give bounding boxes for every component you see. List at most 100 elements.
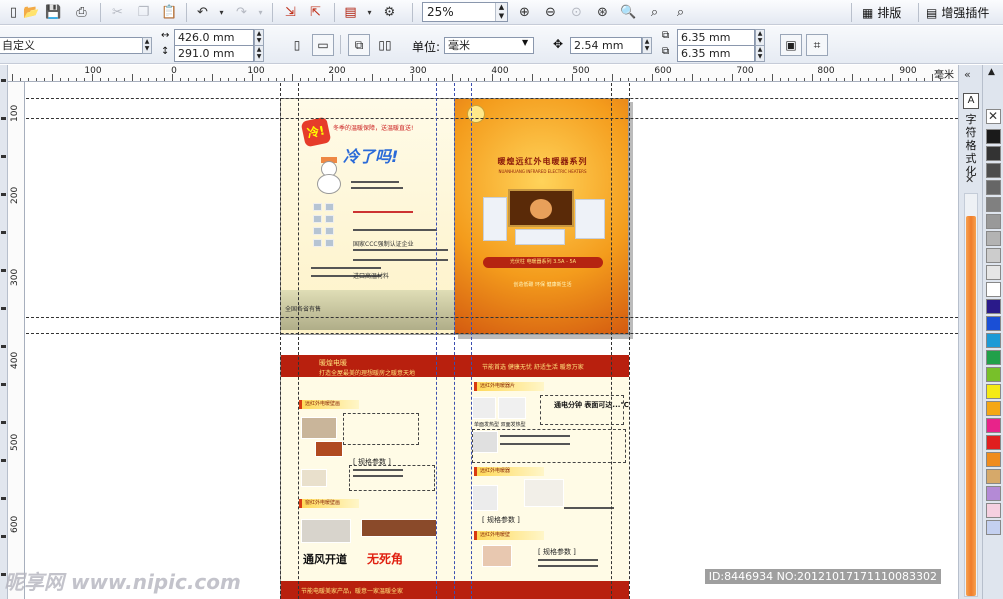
color-swatch[interactable] bbox=[986, 231, 1001, 246]
duplicate-x-input[interactable]: 6.35 mm bbox=[677, 29, 755, 46]
drawing-canvas[interactable]: 冷! 冬季的温暖保障，送温暖直送! 冷了吗! 国家CCC强制认证企业 进口高温材… bbox=[26, 83, 958, 599]
tool-marker[interactable] bbox=[1, 193, 6, 196]
unit-select[interactable]: 毫米 bbox=[444, 37, 534, 54]
zoom-level-select[interactable]: 25% ▲ ▼ bbox=[422, 2, 508, 22]
guideline-vertical[interactable] bbox=[436, 83, 437, 599]
guideline-vertical[interactable] bbox=[298, 83, 299, 599]
color-swatch[interactable] bbox=[986, 214, 1001, 229]
zoom-out-icon[interactable]: ⊖ bbox=[541, 3, 560, 22]
guideline-vertical[interactable] bbox=[280, 83, 281, 599]
tool-marker[interactable] bbox=[1, 155, 6, 158]
tool-marker[interactable] bbox=[1, 269, 6, 272]
docker-scroll-thumb[interactable] bbox=[966, 216, 976, 596]
horizontal-ruler[interactable]: 毫米 100 0 100 200 300 400 500 600 700 800 900 bbox=[8, 65, 958, 82]
zoom-all-icon[interactable]: ⊛ bbox=[593, 3, 612, 22]
tool-marker[interactable] bbox=[1, 231, 6, 234]
guideline-vertical[interactable] bbox=[611, 83, 612, 599]
collapse-docker-icon[interactable]: « bbox=[964, 68, 971, 81]
tool-marker[interactable] bbox=[1, 79, 6, 82]
duplicate-x-spin[interactable]: ▲ ▼ bbox=[755, 29, 765, 46]
close-docker-icon[interactable]: ✕ bbox=[965, 173, 974, 186]
tool-marker[interactable] bbox=[1, 345, 6, 348]
import-icon[interactable]: ⇲ bbox=[281, 3, 300, 22]
tool-marker[interactable] bbox=[1, 117, 6, 120]
nudge-spin[interactable]: ▲ ▼ bbox=[642, 37, 652, 54]
open-icon[interactable]: 📂 bbox=[22, 3, 41, 22]
color-swatch[interactable] bbox=[986, 265, 1001, 280]
save-icon[interactable]: 💾 bbox=[44, 3, 63, 22]
palette-scroll-up-icon[interactable]: ▲ bbox=[988, 67, 995, 77]
inner-left-page[interactable]: 暖煌电暖 打造全屋最美的理想暖房之暖意天地 远红外电暖壁画 [ 规格参数 ] 窗… bbox=[280, 355, 456, 599]
snap-to-objects-icon[interactable]: ⌗ bbox=[806, 34, 828, 56]
settings-icon[interactable]: ⚙ bbox=[380, 3, 399, 22]
color-swatch[interactable] bbox=[986, 367, 1001, 382]
color-swatch[interactable] bbox=[986, 503, 1001, 518]
page-height-input[interactable]: 291.0 mm bbox=[174, 45, 254, 62]
color-swatch[interactable] bbox=[986, 248, 1001, 263]
publish-pdf-icon[interactable]: ▤ bbox=[341, 3, 360, 22]
front-cover[interactable]: 冷! 冬季的温暖保障，送温暖直送! 冷了吗! 国家CCC强制认证企业 进口高温材… bbox=[280, 98, 455, 335]
zoom-spin-icon[interactable]: ▲ ▼ bbox=[495, 3, 507, 21]
current-page-icon[interactable]: ▯▯ bbox=[374, 34, 396, 56]
redo-icon[interactable]: ↷ bbox=[232, 3, 251, 22]
color-swatch[interactable] bbox=[986, 418, 1001, 433]
guideline-vertical[interactable] bbox=[454, 83, 455, 599]
zoom-height-icon[interactable]: ⌕ bbox=[671, 3, 690, 22]
duplicate-y-input[interactable]: 6.35 mm bbox=[677, 45, 755, 62]
undo-dropdown-icon[interactable]: ▾ bbox=[212, 3, 231, 22]
vertical-ruler[interactable]: 100 200 300 400 500 600 bbox=[8, 82, 25, 599]
color-swatch[interactable] bbox=[986, 299, 1001, 314]
color-swatch[interactable] bbox=[986, 435, 1001, 450]
treat-as-filled-icon[interactable]: ▣ bbox=[780, 34, 802, 56]
color-swatch[interactable] bbox=[986, 197, 1001, 212]
page-width-spin[interactable]: ▲ ▼ bbox=[254, 29, 264, 46]
color-swatch[interactable] bbox=[986, 146, 1001, 161]
nudge-distance-input[interactable]: 2.54 mm bbox=[570, 37, 642, 54]
all-pages-icon[interactable]: ⧉ bbox=[348, 34, 370, 56]
color-swatch[interactable] bbox=[986, 486, 1001, 501]
zoom-in-icon[interactable]: ⊕ bbox=[515, 3, 534, 22]
guideline-horizontal[interactable] bbox=[26, 333, 958, 334]
redo-dropdown-icon[interactable]: ▾ bbox=[251, 3, 270, 22]
tool-marker[interactable] bbox=[1, 497, 6, 500]
back-cover[interactable]: 暖煌远红外电暖器系列 NUANHUANG INFRARED ELECTRIC H… bbox=[454, 98, 629, 335]
guideline-horizontal[interactable] bbox=[26, 118, 958, 119]
color-swatch[interactable] bbox=[986, 452, 1001, 467]
landscape-icon[interactable]: ▭ bbox=[312, 34, 334, 56]
color-swatch[interactable] bbox=[986, 520, 1001, 535]
cut-icon[interactable]: ✂ bbox=[108, 3, 127, 22]
color-swatch[interactable] bbox=[986, 163, 1001, 178]
guideline-vertical[interactable] bbox=[471, 83, 472, 599]
print-icon[interactable]: ⎙ bbox=[72, 3, 91, 22]
guideline-horizontal[interactable] bbox=[26, 98, 958, 99]
color-swatch[interactable] bbox=[986, 316, 1001, 331]
selection-box[interactable] bbox=[343, 413, 419, 445]
inner-right-page[interactable]: 节能首选 健康无忧 舒适生活 暖意万家 远红外电暖器片 单面发热型 双面发热型 … bbox=[454, 355, 629, 599]
guideline-horizontal[interactable] bbox=[26, 317, 958, 318]
tool-marker[interactable] bbox=[1, 535, 6, 538]
docker-tab-title[interactable]: 字符格式化 bbox=[964, 113, 978, 178]
portrait-icon[interactable]: ▯ bbox=[286, 34, 308, 56]
tool-marker[interactable] bbox=[1, 459, 6, 462]
color-swatch[interactable] bbox=[986, 129, 1001, 144]
page-width-input[interactable]: 426.0 mm bbox=[174, 29, 254, 46]
text-format-icon[interactable]: A bbox=[963, 93, 979, 109]
no-fill-swatch[interactable] bbox=[986, 109, 1001, 124]
page-preset-dropdown-icon[interactable]: ▲ ▼ bbox=[142, 37, 152, 54]
color-swatch[interactable] bbox=[986, 282, 1001, 297]
tool-marker[interactable] bbox=[1, 383, 6, 386]
paste-icon[interactable]: 📋 bbox=[160, 3, 179, 22]
unit-dropdown-icon[interactable]: ▼ bbox=[522, 38, 528, 47]
color-swatch[interactable] bbox=[986, 180, 1001, 195]
export-icon[interactable]: ⇱ bbox=[306, 3, 325, 22]
color-swatch[interactable] bbox=[986, 350, 1001, 365]
color-swatch[interactable] bbox=[986, 384, 1001, 399]
publish-dropdown-icon[interactable]: ▾ bbox=[360, 3, 379, 22]
zoom-page-icon[interactable]: 🔍 bbox=[619, 3, 638, 22]
page-height-spin[interactable]: ▲ ▼ bbox=[254, 45, 264, 62]
zoom-fit-selection-icon[interactable]: ⊙ bbox=[567, 3, 586, 22]
layout-menu-button[interactable]: ▦ 排版 bbox=[862, 3, 901, 22]
zoom-width-icon[interactable]: ⌕ bbox=[645, 3, 664, 22]
guideline-vertical[interactable] bbox=[629, 83, 630, 599]
color-swatch[interactable] bbox=[986, 401, 1001, 416]
